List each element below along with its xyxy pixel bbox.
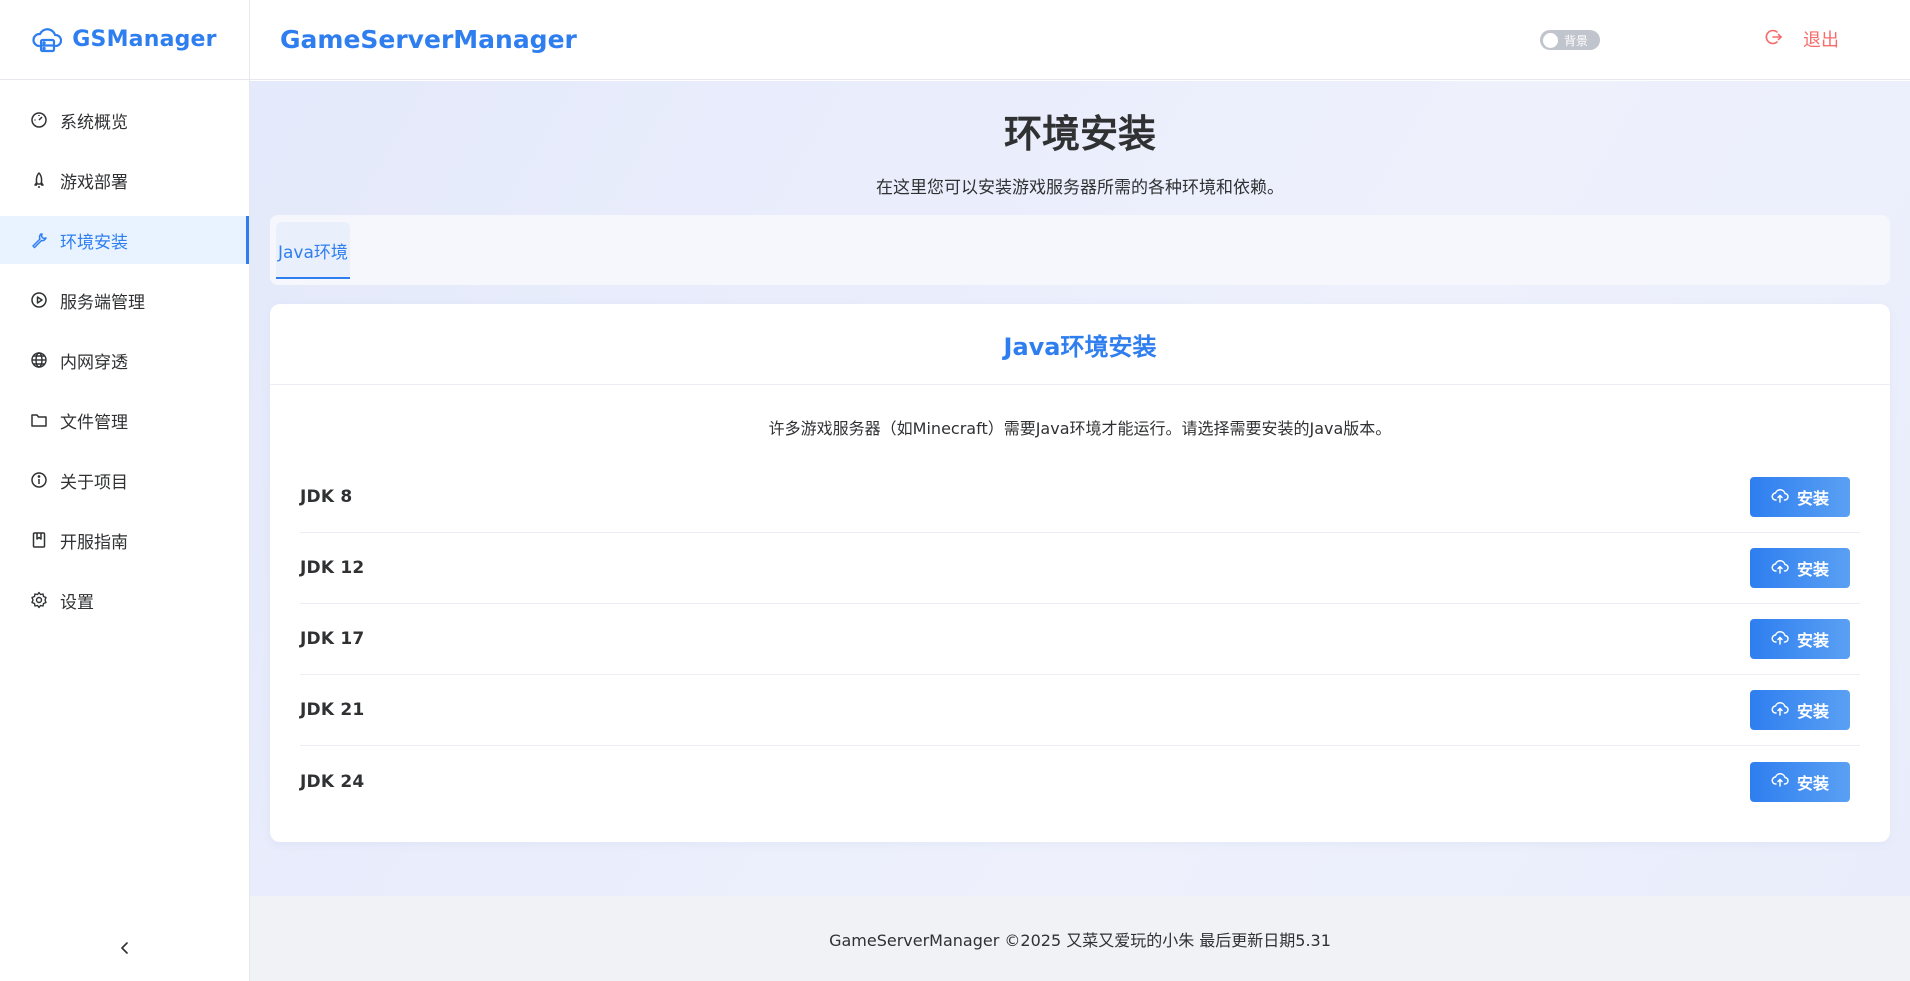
play-circle-icon xyxy=(30,291,48,309)
background-toggle[interactable]: 背景 xyxy=(1540,30,1600,50)
chevron-left-icon xyxy=(118,940,132,960)
logout-button[interactable]: 退出 xyxy=(1765,26,1839,52)
footer-text: GameServerManager ©2025 又菜又爱玩的小朱 最后更新日期5… xyxy=(829,930,1331,950)
card-description: 许多游戏服务器（如Minecraft）需要Java环境才能运行。请选择需要安装的… xyxy=(768,419,1392,438)
sidebar-item-label: 开服指南 xyxy=(60,532,128,553)
tabs-bar: Java环境 xyxy=(270,215,1890,285)
footer: GameServerManager ©2025 又菜又爱玩的小朱 最后更新日期5… xyxy=(250,896,1910,981)
top-header: GameServerManager 背景 退出 xyxy=(250,0,1910,80)
main-content: 环境安装 在这里您可以安装游戏服务器所需的各种环境和依赖。 Java环境 Jav… xyxy=(250,81,1910,896)
install-label: 安装 xyxy=(1796,489,1829,508)
jdk-name: JDK 17 xyxy=(300,629,365,649)
install-jdk8-button[interactable]: 安装 xyxy=(1750,477,1850,517)
sidebar: GSManager 系统概览 游戏部署 环境安装 服务端管理 内网穿透 文件管理… xyxy=(0,0,250,981)
book-icon xyxy=(30,531,48,549)
cloud-upload-icon xyxy=(1771,772,1789,791)
sidebar-item-server-management[interactable]: 服务端管理 xyxy=(0,276,249,324)
install-label: 安装 xyxy=(1796,560,1829,579)
jdk-name: JDK 21 xyxy=(300,700,365,720)
install-label: 安装 xyxy=(1796,631,1829,650)
sidebar-item-label: 系统概览 xyxy=(60,112,128,133)
sidebar-item-tunnel[interactable]: 内网穿透 xyxy=(0,336,249,384)
cloud-upload-icon xyxy=(1771,488,1789,507)
jdk-row: JDK 12 安装 xyxy=(300,533,1860,604)
jdk-row: JDK 8 安装 xyxy=(300,462,1860,533)
install-jdk17-button[interactable]: 安装 xyxy=(1750,619,1850,659)
sidebar-menu: 系统概览 游戏部署 环境安装 服务端管理 内网穿透 文件管理 关于项目 开服指南… xyxy=(0,96,249,624)
sidebar-item-guide[interactable]: 开服指南 xyxy=(0,516,249,564)
page-description: 在这里您可以安装游戏服务器所需的各种环境和依赖。 xyxy=(876,178,1284,198)
info-icon xyxy=(30,471,48,489)
cloud-upload-icon xyxy=(1771,701,1789,720)
page-title: 环境安装 xyxy=(1003,112,1156,156)
sidebar-item-label: 关于项目 xyxy=(60,472,128,493)
jdk-row: JDK 17 安装 xyxy=(300,604,1860,675)
sidebar-item-label: 游戏部署 xyxy=(60,172,128,193)
sidebar-item-label: 文件管理 xyxy=(60,412,128,433)
install-label: 安装 xyxy=(1796,702,1829,721)
install-jdk21-button[interactable]: 安装 xyxy=(1750,690,1850,730)
jdk-name: JDK 12 xyxy=(300,558,365,578)
tab-java-environment[interactable]: Java环境 xyxy=(276,222,350,279)
logo[interactable]: GSManager xyxy=(0,0,249,80)
server-logo-icon xyxy=(32,26,63,54)
sidebar-item-files[interactable]: 文件管理 xyxy=(0,396,249,444)
sidebar-item-about[interactable]: 关于项目 xyxy=(0,456,249,504)
java-install-card: Java环境安装 许多游戏服务器（如Minecraft）需要Java环境才能运行… xyxy=(270,304,1890,842)
wrench-icon xyxy=(30,231,48,249)
jdk-row: JDK 21 安装 xyxy=(300,675,1860,746)
background-toggle-label: 背景 xyxy=(1564,33,1589,48)
sidebar-item-label: 环境安装 xyxy=(60,232,128,253)
jdk-name: JDK 8 xyxy=(300,487,353,507)
sidebar-item-label: 服务端管理 xyxy=(60,292,145,313)
sidebar-item-environment[interactable]: 环境安装 xyxy=(0,216,249,264)
jdk-row: JDK 24 安装 xyxy=(300,746,1860,817)
jdk-list: JDK 8 安装 JDK 12 安装 JDK 17 安装 JDK 21 安装 J… xyxy=(300,462,1860,817)
dashboard-icon xyxy=(30,111,48,129)
sidebar-item-label: 内网穿透 xyxy=(60,352,128,373)
install-jdk12-button[interactable]: 安装 xyxy=(1750,548,1850,588)
gear-icon xyxy=(30,591,48,609)
card-title: Java环境安装 xyxy=(270,304,1890,385)
sidebar-item-deploy[interactable]: 游戏部署 xyxy=(0,156,249,204)
sidebar-item-overview[interactable]: 系统概览 xyxy=(0,96,249,144)
cloud-upload-icon xyxy=(1771,630,1789,649)
logout-label: 退出 xyxy=(1803,30,1839,51)
jdk-name: JDK 24 xyxy=(300,771,365,792)
sidebar-collapse-button[interactable] xyxy=(110,935,140,965)
app-title: GameServerManager xyxy=(280,25,577,54)
logo-text: GSManager xyxy=(72,27,217,52)
sidebar-item-settings[interactable]: 设置 xyxy=(0,576,249,624)
folder-icon xyxy=(30,411,48,429)
globe-icon xyxy=(30,351,48,369)
cloud-upload-icon xyxy=(1771,559,1789,578)
sidebar-item-label: 设置 xyxy=(60,592,94,613)
install-label: 安装 xyxy=(1796,773,1829,793)
logout-icon xyxy=(1765,28,1783,51)
install-jdk24-button[interactable]: 安装 xyxy=(1750,761,1850,802)
rocket-icon xyxy=(30,171,48,189)
toggle-knob xyxy=(1543,32,1558,48)
